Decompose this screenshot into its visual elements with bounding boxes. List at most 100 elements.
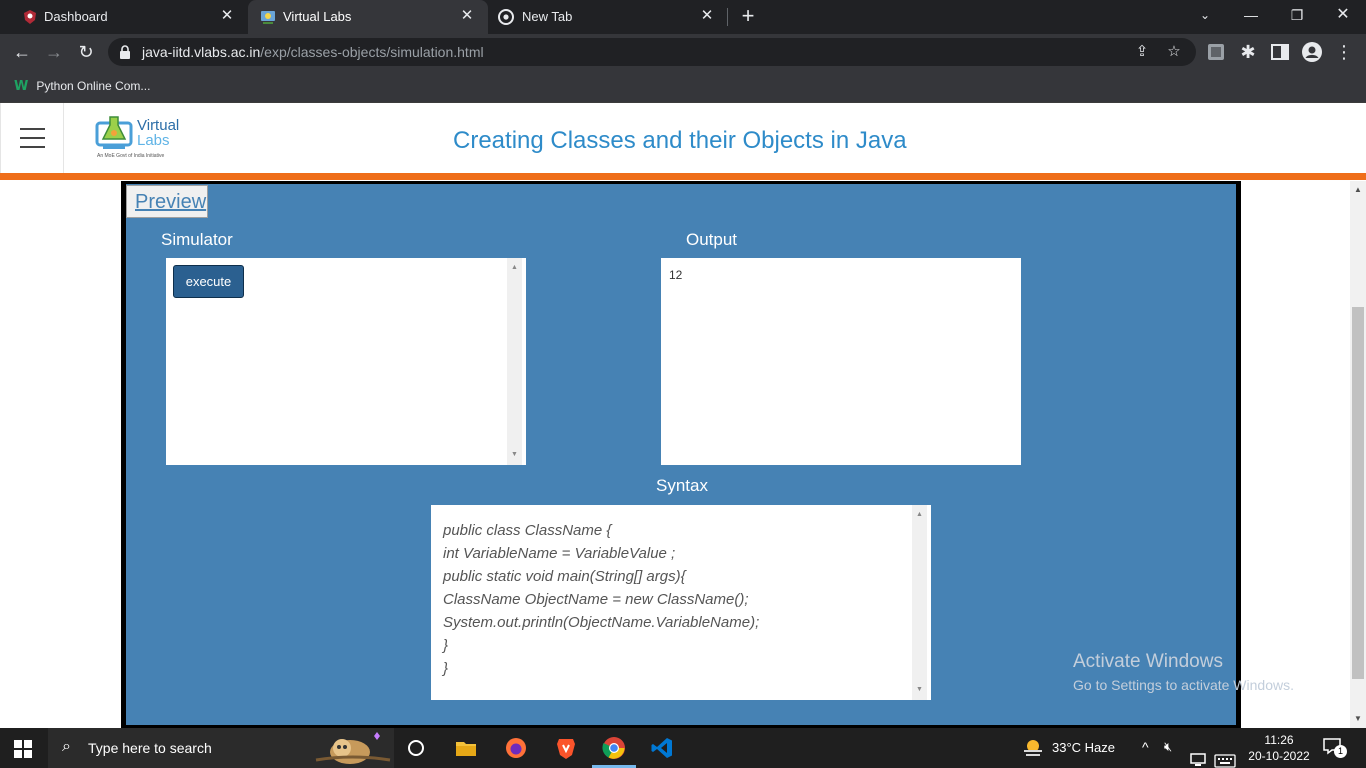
tab-title: New Tab [522, 9, 573, 24]
bookmarks-bar: W Python Online Com... [0, 70, 1366, 103]
network-icon[interactable] [1190, 740, 1208, 768]
url-path: /exp/classes-objects/simulation.html [260, 44, 484, 60]
speaker-muted-icon[interactable]: 🔇︎ [1164, 739, 1172, 768]
tab-virtual-labs[interactable]: Virtual Labs ✕ [248, 0, 488, 34]
lock-icon [120, 45, 130, 59]
simulator-scrollbar[interactable]: ▲ ▼ [507, 258, 522, 465]
bookmark-python-online[interactable]: W Python Online Com... [14, 76, 150, 96]
tab-search-chevron-icon[interactable]: ⌄ [1182, 0, 1228, 32]
close-tab-icon[interactable]: ✕ [460, 8, 474, 23]
browser-tab-strip: Dashboard ✕ Virtual Labs ✕ New Tab ✕ + ⌄… [0, 0, 1366, 34]
menu-kebab-icon[interactable]: ⋮ [1332, 40, 1356, 64]
minimize-icon[interactable]: — [1228, 0, 1274, 32]
dashboard-favicon-icon [24, 10, 36, 24]
forward-arrow-icon[interactable]: → [42, 40, 66, 64]
simulator-heading: Simulator [161, 230, 233, 249]
logo-text-virtual: Virtual [137, 117, 180, 134]
clock-date: 20-10-2022 [1248, 749, 1310, 763]
show-hidden-icons-chevron-icon[interactable]: ^ [1142, 739, 1149, 768]
page-title: Creating Classes and their Objects in Ja… [453, 127, 907, 154]
haze-weather-icon [1024, 740, 1042, 756]
web-page: Virtual Labs An MoE Govt of India Initia… [0, 103, 1366, 728]
syntax-line: public static void main(String[] args){ [443, 568, 686, 585]
tab-title: Dashboard [44, 9, 108, 24]
execute-button[interactable]: execute [173, 265, 244, 298]
restore-icon[interactable]: ❐ [1274, 0, 1320, 32]
search-placeholder: Type here to search [88, 740, 212, 756]
syntax-code: public class ClassName { int VariableNam… [443, 519, 759, 680]
scroll-down-arrow-icon[interactable]: ▼ [1350, 712, 1366, 726]
scrollbar-thumb[interactable] [1352, 307, 1364, 679]
browser-toolbar: ← → ↻ java-iitd.vlabs.ac.in/exp/classes-… [0, 34, 1366, 70]
brave-icon[interactable] [554, 736, 578, 760]
weather-text: 33°C Haze [1052, 740, 1116, 755]
syntax-heading: Syntax [656, 476, 708, 495]
virtual-labs-favicon-icon [261, 11, 275, 24]
scroll-down-arrow-icon[interactable]: ▼ [912, 684, 927, 696]
output-value: 12 [669, 268, 683, 282]
syntax-scrollbar[interactable]: ▲ ▼ [912, 505, 927, 700]
file-explorer-icon[interactable] [454, 736, 478, 760]
keyboard-icon[interactable] [1214, 741, 1236, 768]
preview-button[interactable]: Preview [126, 185, 208, 218]
virtual-labs-logo[interactable]: Virtual Labs An MoE Govt of India Initia… [95, 113, 187, 163]
profile-avatar-icon[interactable] [1300, 40, 1324, 64]
side-panel-icon[interactable] [1268, 40, 1292, 64]
scroll-up-arrow-icon[interactable]: ▲ [1350, 183, 1366, 197]
search-highlight-sloth-icon [315, 732, 391, 764]
window-close-icon[interactable]: ✕ [1320, 0, 1366, 32]
scroll-up-arrow-icon[interactable]: ▲ [912, 509, 927, 521]
chrome-favicon-icon [498, 9, 514, 25]
share-icon[interactable]: ⇪ [1132, 42, 1152, 62]
logo-tagline: An MoE Govt of India Initiative [97, 153, 165, 159]
syntax-panel[interactable]: public class ClassName { int VariableNam… [431, 505, 931, 700]
syntax-line: int VariableName = VariableValue ; [443, 545, 676, 562]
tab-title: Virtual Labs [283, 9, 352, 24]
activate-windows-subtitle: Go to Settings to activate Windows. [1073, 677, 1294, 693]
reload-icon[interactable]: ↻ [74, 40, 98, 64]
page-scrollbar[interactable]: ▲ ▼ [1350, 181, 1366, 728]
syntax-line: } [443, 660, 449, 677]
firefox-icon[interactable] [504, 736, 528, 760]
windows-taskbar: ⌕ Type here to search 33°C Haze ^ 🔇︎ 11:… [0, 728, 1366, 768]
close-tab-icon[interactable]: ✕ [700, 8, 714, 23]
extensions-puzzle-icon[interactable]: ✱ [1236, 40, 1260, 64]
tab-separator [727, 8, 728, 26]
windows-start-icon[interactable] [14, 740, 32, 758]
bookmark-star-icon[interactable]: ☆ [1164, 42, 1184, 62]
notification-center[interactable]: 1 [1322, 737, 1347, 759]
tab-new-tab[interactable]: New Tab ✕ [488, 0, 728, 34]
hamburger-menu-icon[interactable] [0, 103, 64, 173]
syntax-line: } [443, 637, 449, 654]
new-tab-plus-icon[interactable]: + [736, 5, 760, 29]
system-clock[interactable]: 11:26 20-10-2022 [1248, 732, 1310, 764]
output-panel: 12 [661, 258, 1021, 465]
logo-text-labs: Labs [137, 132, 170, 149]
scroll-down-arrow-icon[interactable]: ▼ [507, 449, 522, 461]
activate-windows-title: Activate Windows [1073, 651, 1223, 672]
url-text: java-iitd.vlabs.ac.in/exp/classes-object… [142, 44, 484, 60]
vscode-icon[interactable] [650, 736, 674, 760]
notification-badge: 1 [1334, 745, 1347, 758]
address-bar[interactable]: java-iitd.vlabs.ac.in/exp/classes-object… [108, 38, 1196, 66]
preview-label: Preview [135, 191, 207, 213]
header-accent-bar [0, 173, 1366, 180]
task-view-icon[interactable] [404, 736, 428, 760]
flask-logo-icon [95, 116, 133, 149]
url-host: java-iitd.vlabs.ac.in [142, 44, 261, 60]
output-heading: Output [686, 230, 738, 249]
syntax-line: public class ClassName { [443, 522, 612, 539]
chrome-icon[interactable] [602, 736, 626, 760]
back-arrow-icon[interactable]: ← [10, 40, 34, 64]
tab-dashboard[interactable]: Dashboard ✕ [0, 0, 248, 34]
search-icon: ⌕ [62, 738, 71, 755]
bookmark-label: Python Online Com... [36, 79, 151, 93]
extension-image-icon[interactable] [1204, 40, 1228, 64]
taskbar-search-box[interactable]: ⌕ Type here to search [48, 728, 394, 768]
close-tab-icon[interactable]: ✕ [220, 8, 234, 23]
w3-logo-icon: W [14, 78, 29, 94]
simulator-panel[interactable]: execute ▲ ▼ [166, 258, 526, 465]
clock-time: 11:26 [1264, 733, 1294, 747]
scroll-up-arrow-icon[interactable]: ▲ [507, 262, 522, 274]
syntax-line: System.out.println(ObjectName.VariableNa… [443, 614, 760, 631]
